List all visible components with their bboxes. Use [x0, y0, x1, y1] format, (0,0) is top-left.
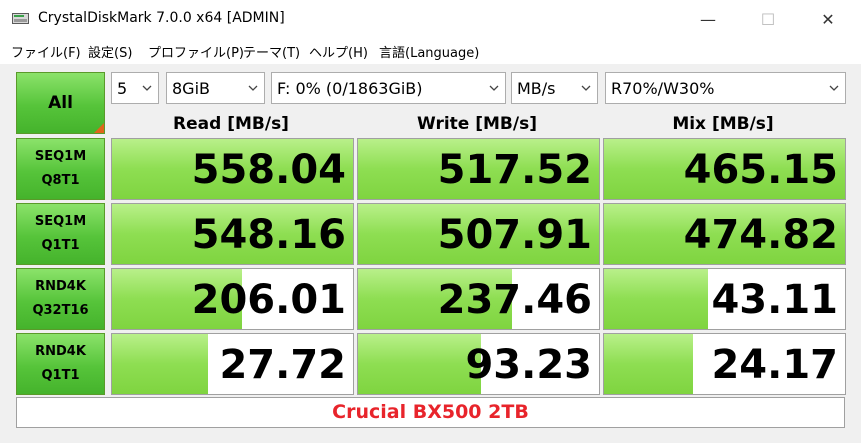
unit-value: MB/s	[517, 79, 556, 98]
result-mix: 474.82	[603, 203, 846, 265]
result-value: 27.72	[219, 342, 346, 388]
size-select[interactable]: 8GiB	[166, 72, 265, 104]
chevron-down-icon	[248, 85, 258, 91]
maximize-icon: ☐	[760, 9, 776, 29]
result-mix: 24.17	[603, 333, 846, 395]
write-header: Write [MB/s]	[417, 114, 537, 134]
all-button[interactable]: All	[16, 72, 105, 134]
result-write: 93.23	[357, 333, 600, 395]
result-bar	[112, 334, 209, 394]
result-value: 548.16	[191, 212, 346, 258]
result-value: 517.52	[437, 147, 592, 193]
result-bar	[604, 334, 694, 394]
result-value: 465.15	[683, 147, 838, 193]
maximize-button[interactable]: ☐	[745, 0, 791, 38]
result-mix: 465.15	[603, 138, 846, 200]
mix-value: R70%/W30%	[611, 79, 715, 98]
test-queue: Q32T16	[32, 303, 89, 318]
test-queue: Q1T1	[41, 368, 80, 383]
result-write: 517.52	[357, 138, 600, 200]
size-value: 8GiB	[172, 79, 210, 98]
all-button-label: All	[48, 93, 73, 113]
result-value: 474.82	[683, 212, 838, 258]
menu-theme[interactable]: テーマ(T)	[243, 42, 300, 61]
count-select[interactable]: 5	[111, 72, 159, 104]
window-title: CrystalDiskMark 7.0.0 x64 [ADMIN]	[38, 10, 285, 26]
result-write: 237.46	[357, 268, 600, 330]
menu-settings[interactable]: 設定(S)	[88, 42, 132, 61]
chevron-down-icon	[581, 85, 591, 91]
test-button-seq1m-q8t1[interactable]: SEQ1M Q8T1	[16, 138, 105, 200]
mix-header: Mix [MB/s]	[672, 114, 774, 134]
test-button-seq1m-q1t1[interactable]: SEQ1M Q1T1	[16, 203, 105, 265]
menu-bar: ファイル(F) 設定(S) プロファイル(P) テーマ(T) ヘルプ(H) 言語…	[0, 38, 861, 64]
result-bar	[604, 269, 708, 329]
title-bar: CrystalDiskMark 7.0.0 x64 [ADMIN] — ☐ ✕	[0, 0, 861, 38]
drive-value: F: 0% (0/1863GiB)	[277, 79, 423, 98]
disk-icon	[12, 13, 29, 24]
test-name: RND4K	[35, 344, 86, 359]
mix-select[interactable]: R70%/W30%	[605, 72, 846, 104]
result-value: 558.04	[191, 147, 346, 193]
unit-select[interactable]: MB/s	[511, 72, 598, 104]
menu-profile[interactable]: プロファイル(P)	[148, 42, 244, 61]
result-value: 93.23	[465, 342, 592, 388]
result-read: 548.16	[111, 203, 354, 265]
chevron-down-icon	[829, 85, 839, 91]
result-read: 206.01	[111, 268, 354, 330]
result-value: 24.17	[711, 342, 838, 388]
menu-help[interactable]: ヘルプ(H)	[309, 42, 368, 61]
minimize-button[interactable]: —	[685, 0, 731, 38]
menu-language[interactable]: 言語(Language)	[379, 42, 479, 61]
count-value: 5	[117, 79, 128, 98]
close-button[interactable]: ✕	[805, 0, 851, 38]
result-value: 206.01	[191, 277, 346, 323]
chevron-down-icon	[142, 85, 152, 91]
test-name: RND4K	[35, 279, 86, 294]
test-name: SEQ1M	[34, 149, 87, 164]
test-button-rnd4k-q32t16[interactable]: RND4K Q32T16	[16, 268, 105, 330]
result-write: 507.91	[357, 203, 600, 265]
result-value: 237.46	[437, 277, 592, 323]
comment-field[interactable]: Crucial BX500 2TB	[16, 397, 845, 428]
test-button-rnd4k-q1t1[interactable]: RND4K Q1T1	[16, 333, 105, 395]
test-queue: Q1T1	[41, 238, 80, 253]
result-read: 558.04	[111, 138, 354, 200]
result-read: 27.72	[111, 333, 354, 395]
result-bar	[358, 334, 481, 394]
corner-marker	[94, 123, 104, 133]
result-value: 507.91	[437, 212, 592, 258]
result-value: 43.11	[711, 277, 838, 323]
read-header: Read [MB/s]	[173, 114, 289, 134]
result-mix: 43.11	[603, 268, 846, 330]
chevron-down-icon	[489, 85, 499, 91]
test-queue: Q8T1	[41, 173, 80, 188]
minimize-icon: —	[700, 9, 716, 29]
close-icon: ✕	[821, 9, 835, 29]
drive-select[interactable]: F: 0% (0/1863GiB)	[271, 72, 506, 104]
test-name: SEQ1M	[34, 214, 87, 229]
menu-file[interactable]: ファイル(F)	[11, 42, 81, 61]
